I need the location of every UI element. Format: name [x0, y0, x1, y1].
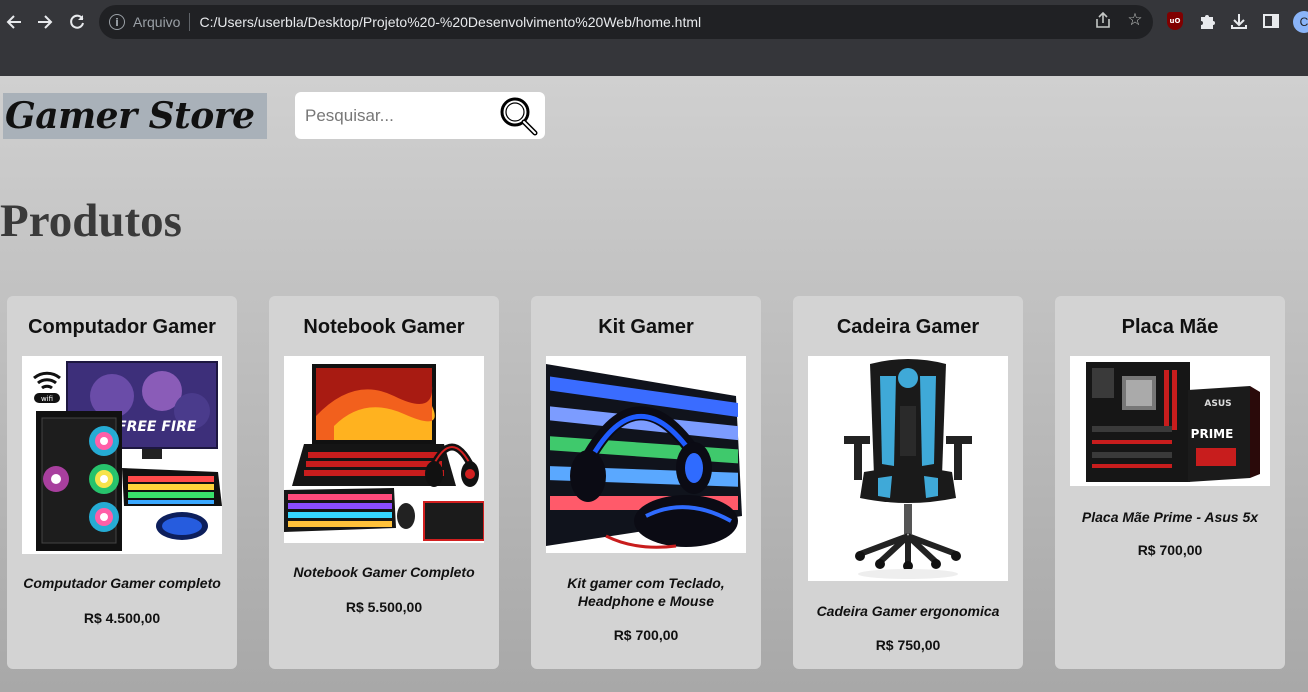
download-icon[interactable] [1228, 10, 1250, 32]
product-image-notebook[interactable] [284, 356, 484, 543]
product-title: Notebook Gamer [303, 316, 465, 338]
extensions-puzzle-icon[interactable] [1196, 10, 1218, 32]
product-description: Computador Gamer completo [23, 575, 221, 591]
product-image-chair[interactable] [808, 356, 1008, 581]
product-price: R$ 5.500,00 [345, 599, 423, 615]
box-brand: ASUS [1204, 399, 1231, 409]
product-description: Kit gamer com Teclado, Headphone e Mouse [567, 575, 725, 609]
game-banner-text: FREE FIRE [117, 419, 197, 435]
product-description: Cadeira Gamer ergonomica [816, 603, 1000, 619]
search-box [295, 92, 545, 139]
browser-toolbar: i Arquivo C:/Users/userbla/Desktop/Proje… [0, 0, 1308, 76]
ublock-extension-icon[interactable]: uO [1167, 12, 1183, 30]
product-description: Notebook Gamer Completo [293, 564, 475, 580]
product-title: Kit Gamer [598, 316, 694, 338]
search-input[interactable] [295, 92, 495, 139]
url-text[interactable]: C:/Users/userbla/Desktop/Projeto%20-%20D… [199, 14, 701, 30]
page-content: Gamer Store Produtos Computador Gamer wi… [0, 76, 1308, 692]
share-icon[interactable] [1091, 8, 1115, 32]
store-logo[interactable]: Gamer Store [3, 93, 267, 139]
back-arrow-icon[interactable] [0, 8, 28, 36]
product-card[interactable]: Computador Gamer wifi FREE FIRE Computad… [7, 296, 237, 669]
forward-arrow-icon[interactable] [31, 8, 59, 36]
product-price: R$ 700,00 [613, 627, 679, 643]
product-card[interactable]: Notebook Gamer Notebook Gamer Completo R… [269, 296, 499, 669]
product-price: R$ 700,00 [1137, 542, 1203, 558]
box-series: PRIME [1191, 427, 1234, 441]
product-image-pc[interactable]: wifi FREE FIRE [22, 356, 222, 554]
product-image-kit[interactable] [546, 356, 746, 553]
info-icon[interactable]: i [109, 14, 125, 30]
scheme-label: Arquivo [133, 14, 181, 30]
product-description: Placa Mãe Prime - Asus 5x [1081, 509, 1259, 525]
search-icon[interactable] [498, 95, 540, 137]
address-separator [189, 13, 191, 31]
product-title: Cadeira Gamer [836, 316, 980, 338]
product-card[interactable]: Kit Gamer Kit gamer com Teclado, Headpho… [531, 296, 761, 669]
section-title: Produtos [0, 195, 182, 247]
product-image-motherboard[interactable]: ASUS PRIME [1070, 356, 1270, 486]
reload-icon[interactable] [63, 8, 91, 36]
side-panel-icon[interactable] [1260, 10, 1282, 32]
profile-avatar[interactable]: C [1293, 11, 1308, 33]
product-title: Computador Gamer [28, 316, 216, 338]
product-card[interactable]: Placa Mãe ASUS PRIME Placa Mãe Prime - A… [1055, 296, 1285, 669]
wifi-label: wifi [41, 395, 53, 403]
product-card[interactable]: Cadeira Gamer Cadeira Gamer ergonomica R… [793, 296, 1023, 669]
product-price: R$ 4.500,00 [83, 610, 161, 626]
product-price: R$ 750,00 [875, 637, 941, 653]
bookmark-star-icon[interactable]: ☆ [1123, 8, 1147, 32]
address-bar[interactable]: i Arquivo C:/Users/userbla/Desktop/Proje… [99, 5, 1153, 39]
product-title: Placa Mãe [1121, 316, 1219, 338]
